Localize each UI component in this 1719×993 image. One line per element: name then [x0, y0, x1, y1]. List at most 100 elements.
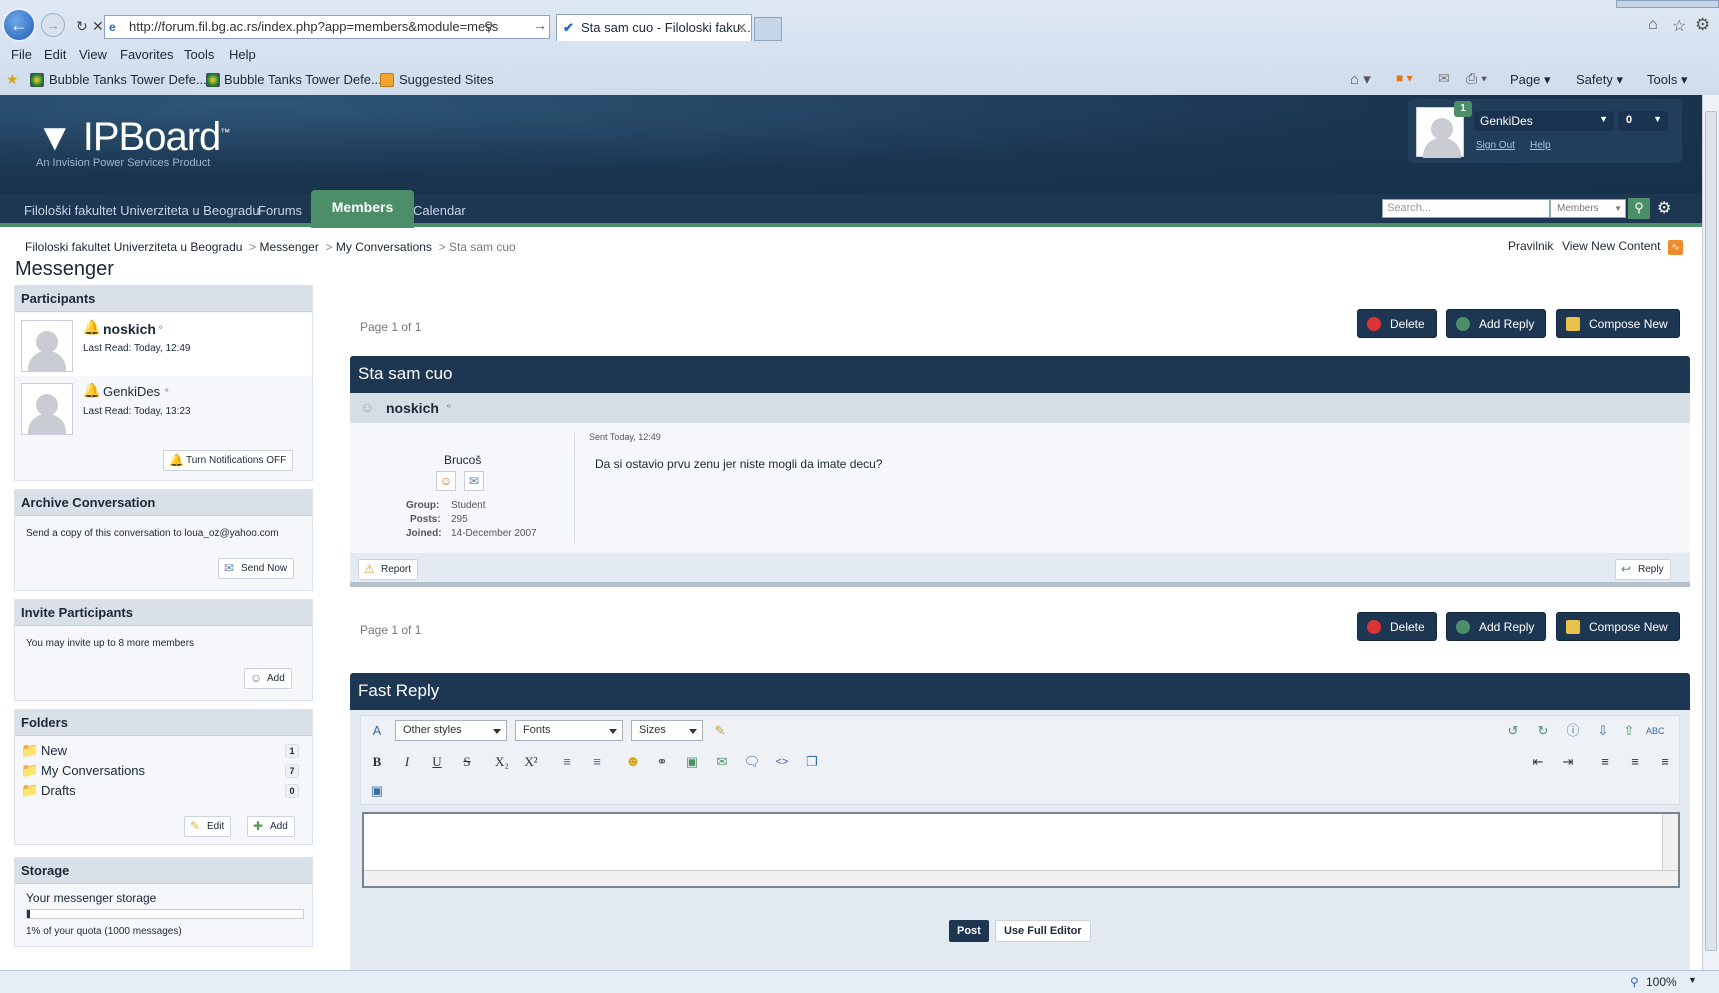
- print-dropdown-icon[interactable]: ⎙ ▾: [1466, 70, 1487, 87]
- nav-members-active[interactable]: Members: [311, 190, 414, 228]
- home-dropdown-icon[interactable]: ⌂ ▾: [1350, 70, 1371, 88]
- participant-name[interactable]: GenkiDes: [103, 384, 160, 399]
- delete-button[interactable]: Delete: [1357, 309, 1437, 338]
- view-profile-icon[interactable]: ☺: [436, 471, 456, 491]
- sign-out-link[interactable]: Sign Out: [1476, 140, 1515, 151]
- menu-file[interactable]: File: [11, 47, 32, 62]
- folders-edit-button[interactable]: ✎ Edit: [184, 816, 232, 837]
- refresh-icon[interactable]: ↻: [76, 18, 88, 35]
- folder-item-new[interactable]: 📁 New 1: [21, 742, 311, 760]
- menu-edit[interactable]: Edit: [44, 47, 66, 62]
- styles-select[interactable]: Other styles: [395, 720, 507, 741]
- settings-gear-icon[interactable]: ⚙: [1695, 15, 1710, 35]
- report-button[interactable]: ⚠ Report: [358, 559, 419, 580]
- fav-link-2[interactable]: Bubble Tanks Tower Defe...: [224, 72, 382, 87]
- help-icon[interactable]: ⓘ: [1564, 722, 1582, 740]
- folder-item-my-conversations[interactable]: 📁 My Conversations 7: [21, 762, 311, 780]
- breadcrumb-forum[interactable]: Filoloski fakultet Univerziteta u Beogra…: [25, 240, 242, 254]
- image-icon[interactable]: ▣: [683, 753, 701, 771]
- menu-help[interactable]: Help: [229, 47, 256, 62]
- stop-icon[interactable]: ✕: [92, 18, 104, 35]
- compose-new-button[interactable]: Compose New: [1556, 612, 1680, 641]
- zoom-caret-icon[interactable]: ▼: [1688, 975, 1697, 985]
- quote-icon[interactable]: 🗨: [743, 753, 761, 771]
- participant-name[interactable]: noskich: [103, 321, 156, 337]
- go-arrow-icon[interactable]: →: [533, 17, 547, 33]
- bullet-list-icon[interactable]: ≡: [558, 753, 576, 771]
- bold-icon[interactable]: B: [368, 753, 386, 771]
- save-draft-icon[interactable]: ⇩: [1594, 722, 1612, 740]
- nav-forums[interactable]: Forums: [258, 203, 302, 218]
- search-input[interactable]: Search...: [1382, 199, 1550, 218]
- address-search-icon[interactable]: ⚲: [484, 19, 494, 35]
- paste-icon[interactable]: ❐: [803, 753, 821, 771]
- reply-button[interactable]: ↩ Reply: [1615, 559, 1671, 580]
- pravilnik-link[interactable]: Pravilnik: [1508, 239, 1553, 253]
- favorites-star-add-icon[interactable]: ★: [6, 71, 19, 88]
- search-scope-select[interactable]: Members ▼: [1550, 199, 1626, 218]
- undo-icon[interactable]: ↺: [1504, 722, 1522, 740]
- delete-button[interactable]: Delete: [1357, 612, 1437, 641]
- message-count-menu[interactable]: 0 ▼: [1618, 111, 1668, 131]
- align-right-icon[interactable]: ≡: [1656, 753, 1674, 771]
- view-new-content-link[interactable]: View New Content: [1562, 239, 1661, 253]
- spellcheck-icon[interactable]: ABC: [1646, 722, 1665, 740]
- rss-icon[interactable]: ∿: [1668, 240, 1683, 255]
- invite-add-button[interactable]: ☺ Add: [244, 668, 292, 689]
- email-icon[interactable]: ✉: [713, 753, 731, 771]
- menu-favorites[interactable]: Favorites: [120, 47, 173, 62]
- safety-menu[interactable]: Safety ▾: [1576, 72, 1623, 88]
- participant-avatar[interactable]: [21, 383, 73, 435]
- color-icon[interactable]: ✎: [711, 722, 729, 740]
- link-icon[interactable]: ⚭: [653, 753, 671, 771]
- remove-format-icon[interactable]: A: [368, 722, 386, 740]
- strikethrough-icon[interactable]: S: [458, 753, 476, 771]
- forward-button-icon[interactable]: →: [41, 13, 65, 37]
- compose-new-button[interactable]: Compose New: [1556, 309, 1680, 338]
- folders-add-button[interactable]: ✚ Add: [247, 816, 295, 837]
- zoom-level[interactable]: 100%: [1646, 975, 1677, 989]
- search-button-icon[interactable]: ⚲: [1628, 198, 1650, 219]
- emoticon-icon[interactable]: ☻: [624, 753, 642, 771]
- new-tab-button[interactable]: [754, 17, 782, 41]
- window-controls[interactable]: [1616, 0, 1719, 8]
- page-vertical-scrollbar[interactable]: [1702, 95, 1719, 970]
- toggle-editor-icon[interactable]: ▣: [368, 782, 386, 800]
- sizes-select[interactable]: Sizes: [631, 720, 703, 741]
- search-settings-gear-icon[interactable]: ⚙: [1657, 198, 1671, 218]
- mail-icon[interactable]: ✉: [1438, 70, 1450, 87]
- code-icon[interactable]: <>: [773, 753, 791, 771]
- send-now-button[interactable]: ✉ Send Now: [218, 558, 295, 579]
- menu-tools[interactable]: Tools: [184, 47, 214, 62]
- folder-item-drafts[interactable]: 📁 Drafts 0: [21, 782, 311, 800]
- fav-link-3[interactable]: Suggested Sites: [399, 72, 494, 87]
- fav-link-1[interactable]: Bubble Tanks Tower Defe...: [49, 72, 207, 87]
- fonts-select[interactable]: Fonts: [515, 720, 623, 741]
- back-button-icon[interactable]: ←: [2, 8, 36, 42]
- use-full-editor-button[interactable]: Use Full Editor: [995, 920, 1091, 942]
- scrollbar-thumb[interactable]: [1705, 111, 1717, 951]
- browser-tab[interactable]: ✔ Sta sam cuo - Filoloski faku... ✕: [556, 14, 752, 41]
- outdent-icon[interactable]: ⇤: [1529, 753, 1547, 771]
- help-link[interactable]: Help: [1530, 140, 1551, 151]
- participant-avatar[interactable]: [21, 320, 73, 372]
- tools-menu[interactable]: Tools ▾: [1647, 72, 1688, 88]
- send-message-icon[interactable]: ✉: [464, 471, 484, 491]
- user-menu[interactable]: GenkiDes ▼: [1474, 111, 1614, 131]
- align-left-icon[interactable]: ≡: [1596, 753, 1614, 771]
- post-author-name[interactable]: noskich: [386, 400, 439, 416]
- menu-view[interactable]: View: [79, 47, 107, 62]
- nav-calendar[interactable]: Calendar: [413, 203, 466, 218]
- italic-icon[interactable]: I: [398, 753, 416, 771]
- favorites-star-icon[interactable]: ☆: [1672, 16, 1686, 36]
- home-icon[interactable]: ⌂: [1648, 16, 1658, 34]
- add-reply-button[interactable]: Add Reply: [1446, 612, 1547, 641]
- numbered-list-icon[interactable]: ≡: [588, 753, 606, 771]
- textarea-vertical-scrollbar[interactable]: [1662, 814, 1678, 870]
- textarea-horizontal-scrollbar[interactable]: [364, 870, 1678, 886]
- notify-count-badge[interactable]: 1: [1454, 101, 1472, 117]
- add-reply-button[interactable]: Add Reply: [1446, 309, 1547, 338]
- page-menu[interactable]: Page ▾: [1510, 72, 1551, 88]
- ipboard-logo[interactable]: ▼ IPBoard™: [36, 115, 230, 160]
- underline-icon[interactable]: U: [428, 753, 446, 771]
